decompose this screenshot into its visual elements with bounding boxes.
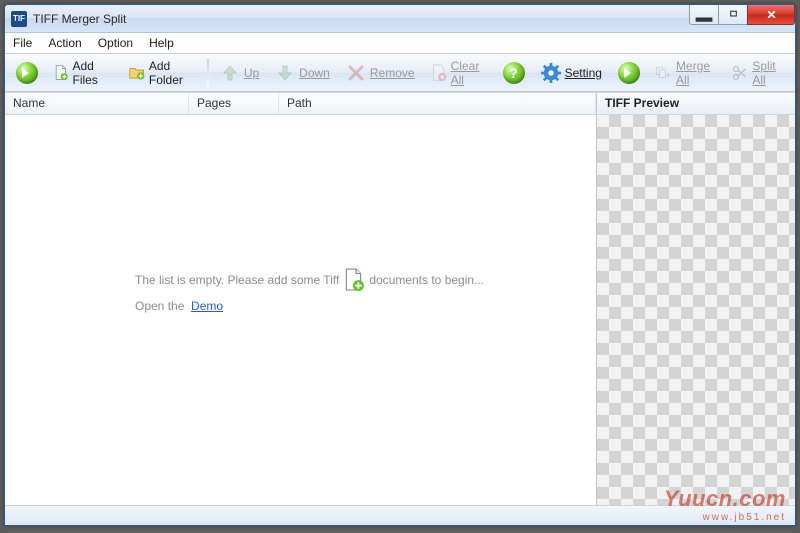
minimize-button[interactable] bbox=[689, 5, 719, 25]
menu-option[interactable]: Option bbox=[90, 33, 141, 53]
menubar: File Action Option Help bbox=[5, 33, 795, 54]
menu-help[interactable]: Help bbox=[141, 33, 182, 53]
toolbar-help-orb[interactable] bbox=[496, 58, 532, 88]
up-label: Up bbox=[244, 66, 259, 80]
preview-pane: TIFF Preview bbox=[597, 93, 795, 505]
window-controls bbox=[690, 5, 795, 25]
clear-all-label: Clear All bbox=[451, 59, 487, 87]
add-files-label: Add Files bbox=[72, 59, 112, 87]
merge-all-label: Merge All bbox=[676, 59, 716, 87]
clear-all-button[interactable]: Clear All bbox=[424, 58, 494, 88]
play-icon bbox=[618, 62, 640, 84]
toolbar-separator bbox=[207, 59, 209, 87]
menu-file[interactable]: File bbox=[5, 33, 40, 53]
file-list-pane: Name Pages Path The list is empty. Pleas… bbox=[5, 93, 597, 505]
watermark-url: www.jb51.net bbox=[664, 512, 786, 523]
preview-canvas bbox=[597, 115, 795, 505]
toolbar-orb-1[interactable] bbox=[9, 58, 45, 88]
empty-text-1b: documents to begin... bbox=[369, 273, 484, 287]
preview-title: TIFF Preview bbox=[597, 93, 795, 115]
merge-icon bbox=[656, 63, 672, 83]
app-icon: TIF bbox=[11, 11, 27, 27]
column-pages[interactable]: Pages bbox=[189, 93, 279, 114]
column-name[interactable]: Name bbox=[5, 93, 189, 114]
gear-icon bbox=[541, 63, 561, 83]
empty-message: The list is empty. Please add some Tiff … bbox=[135, 269, 484, 313]
split-all-label: Split All bbox=[752, 59, 784, 87]
list-header: Name Pages Path bbox=[5, 93, 596, 115]
setting-button[interactable]: Setting bbox=[534, 58, 609, 88]
app-window: TIF TIFF Merger Split File Action Option… bbox=[4, 4, 796, 526]
down-label: Down bbox=[299, 66, 330, 80]
list-body[interactable]: The list is empty. Please add some Tiff … bbox=[5, 115, 596, 505]
add-files-icon bbox=[54, 63, 68, 83]
split-all-button[interactable]: Split All bbox=[725, 58, 791, 88]
window-title: TIFF Merger Split bbox=[33, 12, 126, 26]
merge-all-button[interactable]: Merge All bbox=[649, 58, 723, 88]
down-button[interactable]: Down bbox=[268, 58, 337, 88]
up-button[interactable]: Up bbox=[213, 58, 266, 88]
watermark-brand: Yuucn.com bbox=[664, 486, 786, 512]
add-folder-button[interactable]: Add Folder bbox=[122, 58, 203, 88]
help-icon bbox=[503, 62, 525, 84]
empty-text-2: Open the bbox=[135, 299, 184, 313]
watermark: Yuucn.com www.jb51.net bbox=[664, 486, 786, 523]
remove-button[interactable]: Remove bbox=[339, 58, 422, 88]
content-area: Name Pages Path The list is empty. Pleas… bbox=[5, 92, 795, 505]
menu-action[interactable]: Action bbox=[40, 33, 89, 53]
play-icon bbox=[16, 62, 38, 84]
titlebar: TIF TIFF Merger Split bbox=[5, 5, 795, 33]
add-folder-label: Add Folder bbox=[149, 59, 196, 87]
tiff-document-icon bbox=[343, 269, 365, 291]
arrow-down-icon bbox=[275, 63, 295, 83]
toolbar: Add Files Add Folder Up Down Remove Clea… bbox=[5, 54, 795, 92]
split-icon bbox=[732, 63, 748, 83]
column-path[interactable]: Path bbox=[279, 93, 596, 114]
toolbar-orb-3[interactable] bbox=[611, 58, 647, 88]
clear-all-icon bbox=[431, 63, 447, 83]
add-files-button[interactable]: Add Files bbox=[47, 58, 120, 88]
add-folder-icon bbox=[129, 63, 145, 83]
close-button[interactable] bbox=[747, 5, 795, 25]
empty-text-1a: The list is empty. Please add some Tiff bbox=[135, 273, 339, 287]
demo-link[interactable]: Demo bbox=[191, 299, 223, 313]
arrow-up-icon bbox=[220, 63, 240, 83]
maximize-button[interactable] bbox=[718, 5, 748, 25]
remove-label: Remove bbox=[370, 66, 415, 80]
remove-icon bbox=[346, 63, 366, 83]
setting-label: Setting bbox=[565, 66, 602, 80]
